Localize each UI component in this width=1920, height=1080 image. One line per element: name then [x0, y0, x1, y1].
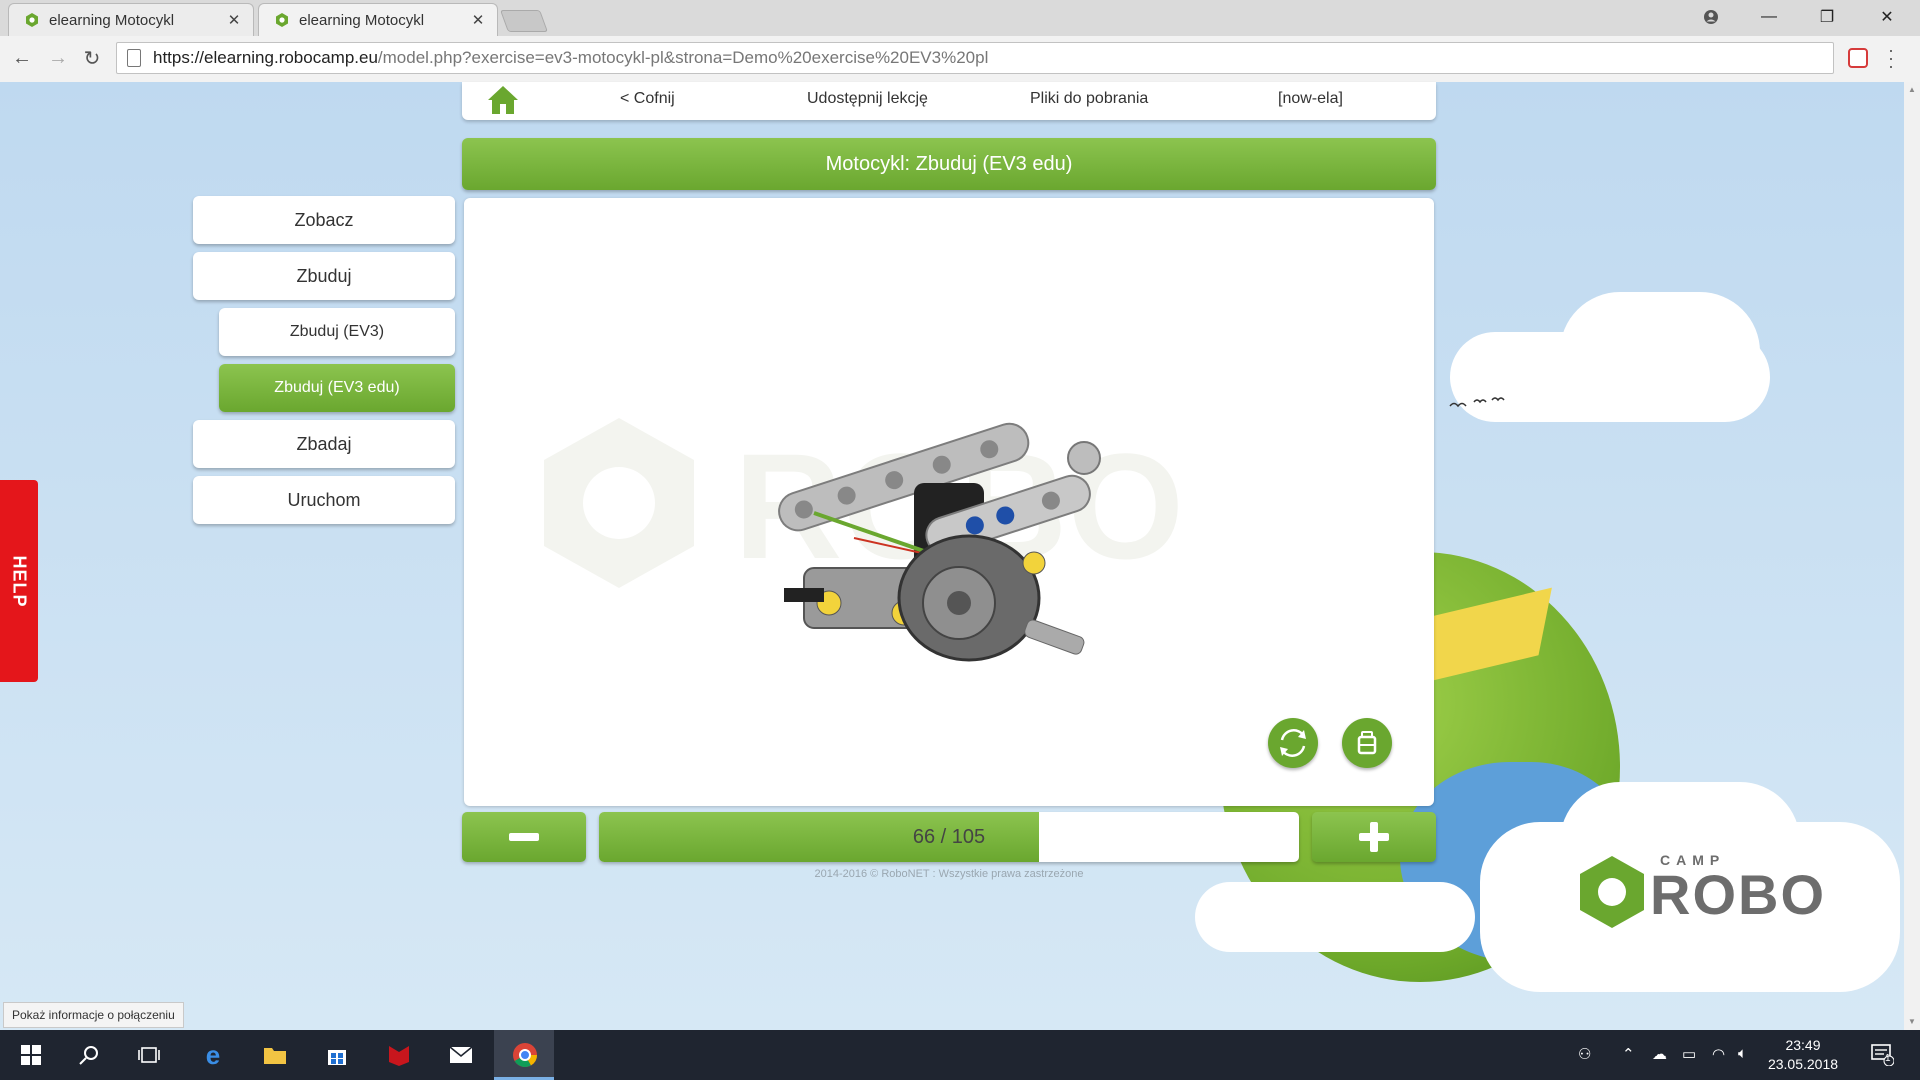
close-window-icon[interactable]: ✕	[1858, 0, 1916, 34]
close-tab-icon[interactable]: ✕	[223, 11, 245, 29]
back-link[interactable]: < Cofnij	[620, 90, 675, 108]
browser-menu-icon[interactable]: · · ·	[1888, 41, 1894, 75]
reload-icon[interactable]: ↻	[78, 44, 106, 72]
step-progress: 66 / 105	[599, 812, 1299, 862]
birds-icon	[1449, 397, 1505, 408]
minimize-window-icon[interactable]: —	[1740, 0, 1798, 34]
help-tab[interactable]: HELP	[0, 480, 38, 682]
scroll-down-icon[interactable]: ▼	[1904, 1014, 1920, 1030]
people-icon[interactable]: ⚇	[1578, 1045, 1591, 1063]
volume-icon[interactable]: 🔈︎	[1738, 1045, 1747, 1062]
extension-shield-icon[interactable]	[1848, 48, 1868, 68]
sidebar-item-zbuduj-ev3-edu[interactable]: Zbuduj (EV3 edu)	[219, 364, 455, 412]
parts-list-button[interactable]	[1342, 718, 1392, 768]
tab-title: elearning Motocykl	[299, 11, 425, 29]
notification-count: 1	[1885, 1053, 1891, 1064]
previous-step-button[interactable]	[462, 812, 586, 862]
tab-title: elearning Motocykl	[49, 11, 175, 29]
profile-icon[interactable]	[1682, 0, 1740, 34]
browser-tab-1[interactable]: elearning Motocykl ✕	[8, 3, 254, 36]
url-path: /model.php?exercise=ev3-motocykl-pl&stro…	[377, 48, 989, 67]
store-icon[interactable]	[320, 1038, 354, 1072]
share-lesson-link[interactable]: Udostępnij lekcję	[807, 90, 928, 108]
tray-expand-icon[interactable]: ⌃	[1622, 1045, 1635, 1063]
sidebar-item-zbuduj-ev3[interactable]: Zbuduj (EV3)	[219, 308, 455, 356]
copyright-text: 2014-2016 © RoboNET : Wszystkie prawa za…	[814, 868, 1084, 880]
wifi-icon[interactable]: ◠	[1712, 1045, 1725, 1063]
file-explorer-icon[interactable]	[258, 1038, 292, 1072]
taskbar-clock[interactable]: 23:49 23.05.2018	[1758, 1036, 1848, 1074]
mail-icon[interactable]	[444, 1038, 478, 1072]
sidebar-item-zbuduj[interactable]: Zbuduj	[193, 252, 455, 300]
restore-window-icon[interactable]: ❐	[1798, 0, 1856, 34]
model-viewer[interactable]: ROBO	[464, 198, 1434, 806]
robocamp-logo-icon	[1580, 856, 1644, 928]
scroll-up-icon[interactable]: ▲	[1904, 82, 1920, 98]
minus-icon	[509, 833, 539, 841]
downloads-link[interactable]: Pliki do pobrania	[1030, 90, 1148, 108]
lesson-navbar: < Cofnij Udostępnij lekcję Pliki do pobr…	[462, 82, 1436, 120]
mcafee-icon[interactable]	[382, 1038, 416, 1072]
rotate-icon	[1280, 729, 1306, 757]
sidebar-item-zobacz[interactable]: Zobacz	[193, 196, 455, 244]
windows-taskbar: e ⚇ ⌃ ☁ ▭ ◠ 🔈︎ 23:49 23.05.2018 1	[0, 1030, 1920, 1080]
browser-tab-2[interactable]: elearning Motocykl ✕	[258, 3, 498, 36]
clock-time: 23:49	[1785, 1037, 1821, 1053]
edge-browser-icon[interactable]: e	[196, 1038, 230, 1072]
close-tab-icon[interactable]: ✕	[467, 11, 489, 29]
home-icon[interactable]	[486, 84, 520, 116]
action-center-icon[interactable]: 1	[1870, 1042, 1895, 1070]
chrome-icon[interactable]	[508, 1038, 542, 1072]
search-icon[interactable]	[72, 1038, 106, 1072]
next-step-button[interactable]	[1312, 812, 1436, 862]
new-tab-button[interactable]	[499, 10, 549, 32]
clock-date: 23.05.2018	[1767, 1056, 1839, 1072]
browser-tab-strip: elearning Motocykl ✕ elearning Motocykl …	[0, 0, 1920, 36]
url-host: https://elearning.robocamp.eu	[153, 48, 378, 67]
back-arrow-icon[interactable]: ←	[8, 44, 36, 72]
page-info-icon[interactable]	[127, 49, 141, 67]
page-title: Motocykl: Zbuduj (EV3 edu)	[462, 138, 1436, 190]
robocamp-favicon-icon	[276, 13, 288, 27]
plus-icon	[1359, 822, 1389, 852]
task-view-icon[interactable]	[132, 1038, 166, 1072]
lego-model-image	[778, 422, 1101, 662]
help-label: HELP	[9, 554, 30, 608]
logo-robo-text: ROBO	[1650, 863, 1826, 926]
battery-icon[interactable]: ▭	[1682, 1045, 1696, 1063]
decorative-cloud	[1560, 292, 1760, 412]
user-link[interactable]: [now-ela]	[1278, 90, 1343, 108]
step-counter: 66 / 105	[912, 826, 986, 848]
sidebar-item-zbadaj[interactable]: Zbadaj	[193, 420, 455, 468]
lego-brick-icon	[1357, 731, 1377, 755]
decorative-cloud	[1195, 882, 1475, 952]
browser-toolbar: ← → ↻ https://elearning.robocamp.eu/mode…	[0, 36, 1920, 83]
windows-start-icon[interactable]	[14, 1038, 48, 1072]
forward-arrow-icon[interactable]: →	[44, 44, 72, 72]
sidebar-item-uruchom[interactable]: Uruchom	[193, 476, 455, 524]
robocamp-favicon-icon	[26, 13, 38, 27]
address-bar[interactable]: https://elearning.robocamp.eu/model.php?…	[116, 42, 1834, 74]
page-scrollbar[interactable]: ▲ ▼	[1904, 82, 1920, 1030]
rotate-view-button[interactable]	[1268, 718, 1318, 768]
onedrive-icon[interactable]: ☁	[1652, 1045, 1667, 1063]
status-bubble: Pokaż informacje o połączeniu	[3, 1002, 184, 1028]
